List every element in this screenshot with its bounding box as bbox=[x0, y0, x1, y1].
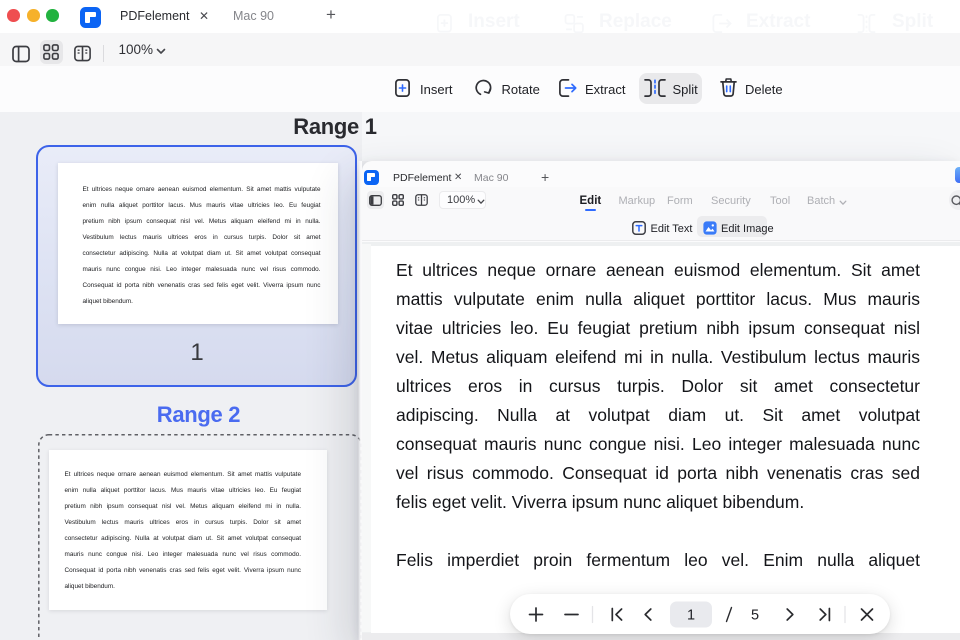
svg-text:5: 5 bbox=[751, 607, 759, 623]
svg-text:1: 1 bbox=[687, 607, 695, 623]
